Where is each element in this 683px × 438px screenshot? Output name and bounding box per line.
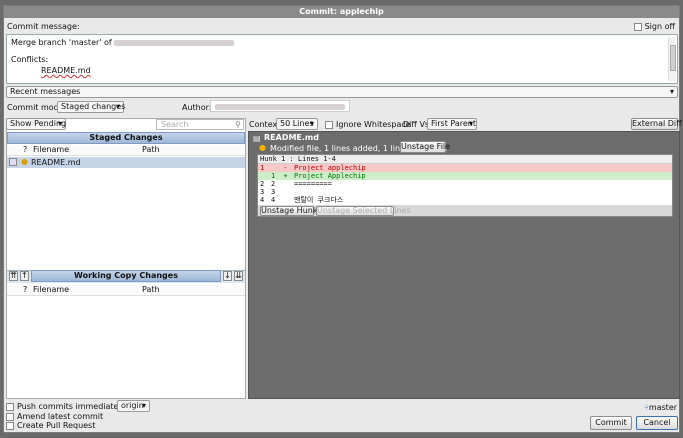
- amend-option[interactable]: Amend latest commit: [6, 412, 103, 421]
- message-line-2: Conflicts:: [11, 55, 49, 64]
- sign-off-option[interactable]: Sign off: [633, 22, 675, 31]
- context-value: 50 Lines: [280, 119, 314, 128]
- chevron-down-icon: ▾: [669, 87, 674, 96]
- recent-messages-dropdown[interactable]: Recent messages ▾: [6, 86, 678, 98]
- col-path[interactable]: Path: [142, 145, 160, 155]
- new-line-number: 3: [271, 188, 276, 196]
- redacted-text: [114, 39, 235, 46]
- chevron-down-icon: ▾: [141, 401, 146, 410]
- message-line-1: Merge branch 'master' of: [11, 37, 673, 48]
- working-column-headers: ? Filename Path: [7, 285, 245, 296]
- commit-message-label: Commit message:: [7, 22, 80, 31]
- new-line-number: 4: [271, 196, 276, 204]
- col-path[interactable]: Path: [142, 285, 160, 295]
- diff-text: Project Applechip: [294, 172, 366, 180]
- commit-dialog: Commit: applechip Commit message: Sign o…: [3, 5, 682, 433]
- scroll-thumb[interactable]: [670, 45, 676, 71]
- window-title: Commit: applechip: [4, 6, 679, 18]
- pull-request-label: Create Pull Request: [17, 421, 96, 430]
- amend-label: Amend latest commit: [17, 412, 104, 421]
- chevron-down-icon: ▾: [309, 119, 314, 128]
- push-target-value: origin: [121, 401, 144, 410]
- message-line-3: README.md: [41, 66, 91, 75]
- new-line-number: 2: [271, 180, 276, 188]
- pull-request-checkbox[interactable]: [6, 421, 14, 430]
- pull-request-option[interactable]: Create Pull Request: [6, 421, 95, 430]
- new-line-number: 1: [271, 172, 276, 180]
- unstage-all-icon[interactable]: ⇈: [9, 271, 18, 281]
- hunk-title: Hunk 1 : Lines 1-4: [258, 155, 672, 164]
- push-target-dropdown[interactable]: origin ▾: [117, 400, 150, 412]
- col-status: ?: [23, 145, 28, 154]
- show-pending-dropdown[interactable]: Show Pending ▾: [6, 118, 66, 130]
- diff-text: 맨탈이 쿠크다스: [294, 196, 344, 204]
- search-icon: ⚲: [235, 120, 241, 129]
- old-line-number: 1: [260, 164, 265, 172]
- amend-checkbox[interactable]: [6, 412, 14, 421]
- staged-column-headers: ? Filename Path: [7, 145, 245, 156]
- diff-text: =========: [294, 180, 332, 188]
- external-diff-button[interactable]: External Diff: [631, 118, 682, 130]
- file-icon: ▤: [253, 134, 261, 143]
- old-line-number: 4: [260, 196, 265, 204]
- diff-line[interactable]: 2 2 =========: [258, 180, 672, 188]
- old-line-number: 3: [260, 188, 265, 196]
- cancel-button[interactable]: Cancel: [636, 416, 678, 430]
- unstage-icon[interactable]: ↑: [20, 271, 29, 281]
- unstage-hunk-button[interactable]: Unstage Hunk: [260, 206, 317, 216]
- commit-button[interactable]: Commit: [590, 416, 632, 430]
- diff-line[interactable]: 4 4 맨탈이 쿠크다스: [258, 196, 672, 204]
- chevron-down-icon: ▾: [115, 102, 120, 111]
- hunk-box: Hunk 1 : Lines 1-4 1- Project applechip 1 +…: [257, 154, 673, 217]
- diff-line[interactable]: 1 + Project Applechip: [258, 172, 672, 180]
- file-list-panel: Staged Changes ? Filename Path ● README.…: [6, 118, 246, 399]
- diff-text: Project applechip: [294, 164, 366, 172]
- chevron-down-icon: ▾: [57, 119, 62, 128]
- col-filename[interactable]: Filename: [33, 285, 69, 295]
- ignore-whitespace-checkbox[interactable]: [325, 120, 333, 129]
- search-input[interactable]: Search ⚲: [156, 119, 244, 130]
- hunk-lines: 1- Project applechip 1 + Project Applechip 2 2…: [258, 164, 672, 204]
- stage-all-icon[interactable]: ⇊: [234, 271, 243, 281]
- old-line-number: 2: [260, 180, 265, 188]
- unstage-selected-lines-button[interactable]: Unstage Selected Lines: [316, 206, 411, 216]
- staged-changes-header: Staged Changes: [7, 132, 245, 144]
- branch-indicator: ⑂master: [644, 403, 677, 412]
- col-filename[interactable]: Filename: [33, 145, 69, 155]
- staged-file-row[interactable]: ● README.md: [7, 157, 245, 168]
- working-copy-header: Working Copy Changes: [31, 270, 221, 282]
- sign-off-checkbox[interactable]: [633, 22, 642, 31]
- author-label: Author:: [182, 103, 212, 112]
- modified-icon: ●: [259, 143, 266, 152]
- ignore-whitespace-label: Ignore Whitespace: [336, 120, 411, 129]
- commit-message-input[interactable]: Merge branch 'master' of Conflicts: READ…: [6, 34, 678, 84]
- diff-panel: ▤ README.md ● Modified file, 1 lines add…: [248, 131, 680, 399]
- push-checkbox[interactable]: [6, 402, 14, 411]
- diff-text: [291, 188, 294, 196]
- diff-line[interactable]: 1 - Project applechip: [258, 164, 672, 172]
- branch-name: master: [648, 403, 678, 412]
- author-field[interactable]: [210, 100, 350, 112]
- context-dropdown[interactable]: 50 Lines ▾: [276, 118, 318, 130]
- recent-messages-label: Recent messages: [10, 87, 81, 96]
- col-status: ?: [23, 285, 28, 294]
- chevron-down-icon: ▾: [468, 119, 473, 128]
- redacted-text: [215, 103, 345, 110]
- ignore-whitespace-option[interactable]: Ignore Whitespace: [325, 120, 411, 129]
- commit-mode-dropdown[interactable]: Staged changes ▾: [57, 101, 125, 113]
- stage-icon[interactable]: ↓: [223, 271, 232, 281]
- diff-sign: -: [283, 164, 288, 172]
- staged-filename: README.md: [31, 158, 81, 167]
- diff-sign: +: [283, 172, 288, 180]
- diff-line[interactable]: 33: [258, 188, 672, 196]
- message-scrollbar[interactable]: [668, 37, 676, 81]
- sign-off-label: Sign off: [644, 22, 675, 31]
- modified-icon: ●: [21, 157, 28, 166]
- staged-checkbox[interactable]: [9, 158, 17, 166]
- diff-file-name: README.md: [264, 133, 319, 142]
- diff-vs-dropdown[interactable]: First Parent ▾: [427, 118, 477, 130]
- search-placeholder: Search: [161, 120, 189, 129]
- unstage-file-button[interactable]: Unstage File: [400, 141, 450, 153]
